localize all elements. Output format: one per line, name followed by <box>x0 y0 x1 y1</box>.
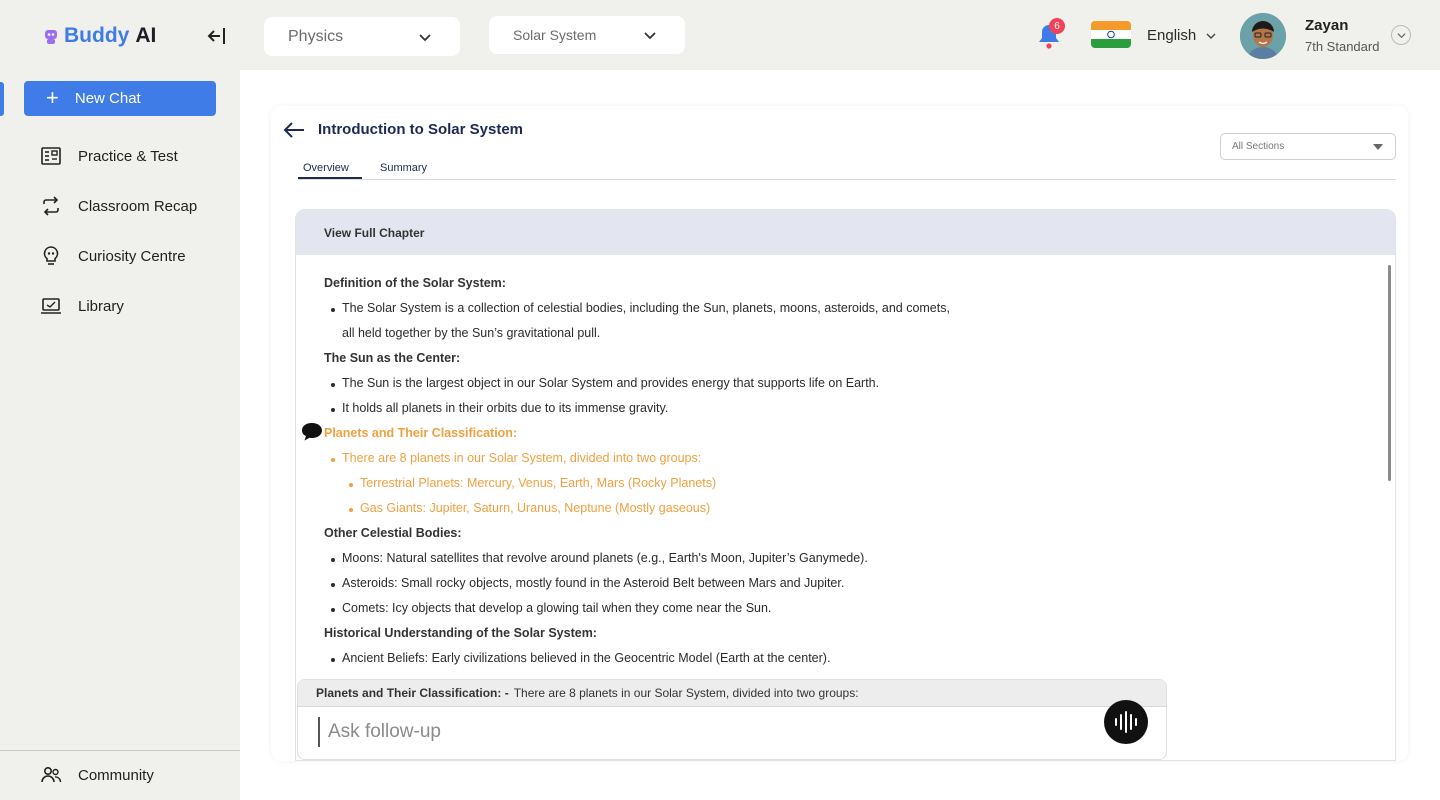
chevron-down-icon <box>1396 32 1406 38</box>
tab-summary[interactable]: Summary <box>380 162 427 174</box>
section-heading: Definition of the Solar System: <box>324 276 506 290</box>
bullet-item: Asteroids: Small rocky objects, mostly f… <box>330 576 845 590</box>
sidebar-item-community[interactable]: Community <box>40 764 154 786</box>
brand-logo[interactable]: Buddy AI <box>44 24 156 48</box>
bullet-item-continuation: all held together by the Sun’s gravitati… <box>342 326 601 340</box>
sections-filter-value: All Sections <box>1232 141 1285 152</box>
sidebar-item-classroom-recap[interactable]: Classroom Recap <box>40 195 197 217</box>
sections-filter-select[interactable]: All Sections <box>1220 133 1396 160</box>
content-scrollbar[interactable] <box>1388 265 1391 481</box>
robot-icon <box>45 30 57 44</box>
brand-suffix: AI <box>135 24 157 47</box>
tab-overview[interactable]: Overview <box>303 162 349 174</box>
plus-icon: + <box>46 84 59 110</box>
chevron-down-icon <box>419 33 431 41</box>
sidebar: Buddy AI + New Chat Practice & Test Clas… <box>0 0 240 800</box>
bullet-item: It holds all planets in their orbits due… <box>330 401 669 415</box>
follow-up-box: Planets and Their Classification: - Ther… <box>297 679 1167 760</box>
brand-name: Buddy <box>64 24 130 47</box>
bullet-item: Ancient Beliefs: Early civilizations bel… <box>330 651 831 665</box>
highlighted-sub-bullet-item[interactable]: Terrestrial Planets: Mercury, Venus, Ear… <box>348 476 716 490</box>
new-chat-button[interactable]: + New Chat <box>24 81 216 116</box>
highlighted-bullet-item[interactable]: There are 8 planets in our Solar System,… <box>330 451 701 465</box>
active-marker <box>0 82 4 116</box>
collapse-sidebar-icon[interactable] <box>206 25 228 47</box>
user-menu-toggle[interactable] <box>1391 25 1411 45</box>
highlighted-section-heading[interactable]: Planets and Their Classification: <box>324 426 517 440</box>
bullet-item: The Solar System is a collection of cele… <box>331 301 950 315</box>
section-heading: The Sun as the Center: <box>324 351 461 365</box>
highlighted-sub-bullet-item[interactable]: Gas Giants: Jupiter, Saturn, Uranus, Nep… <box>348 501 710 515</box>
repeat-icon <box>43 196 59 216</box>
subject-select[interactable]: Physics <box>264 17 460 56</box>
india-flag-icon <box>1091 21 1131 48</box>
laptop-icon <box>41 298 61 314</box>
sidebar-item-label: Curiosity Centre <box>78 247 186 265</box>
view-full-chapter-button[interactable]: View Full Chapter <box>296 210 1395 255</box>
tabs-divider <box>298 179 1396 180</box>
bullet-item: Comets: Icy objects that develop a glowi… <box>330 601 772 615</box>
sidebar-item-label: Classroom Recap <box>78 197 198 215</box>
user-avatar[interactable] <box>1240 13 1286 59</box>
voice-input-button[interactable] <box>1104 700 1148 744</box>
sidebar-item-practice-test[interactable]: Practice & Test <box>40 145 178 167</box>
sidebar-item-label: Community <box>78 766 154 784</box>
sidebar-item-label: Practice & Test <box>78 147 178 165</box>
sidebar-divider <box>0 750 240 751</box>
notification-count-badge: 6 <box>1049 18 1065 34</box>
caret-down-icon <box>1373 143 1383 150</box>
chevron-down-icon <box>1206 33 1216 39</box>
topic-select[interactable]: Solar System <box>489 16 685 54</box>
bullet-item: Moons: Natural satellites that revolve a… <box>331 551 868 565</box>
lightbulb-icon <box>43 246 59 265</box>
follow-up-input[interactable] <box>318 717 1078 747</box>
follow-up-context: Planets and Their Classification: - Ther… <box>298 680 1166 707</box>
follow-up-context-label: Planets and Their Classification: - <box>316 686 509 700</box>
new-chat-label: New Chat <box>74 90 141 107</box>
subject-value: Physics <box>288 27 344 45</box>
section-heading: Historical Understanding of the Solar Sy… <box>324 626 597 640</box>
sound-wave-icon <box>1115 711 1137 733</box>
sidebar-item-curiosity-centre[interactable]: Curiosity Centre <box>40 245 186 267</box>
sidebar-item-label: Library <box>78 297 124 315</box>
language-value: English <box>1147 27 1197 44</box>
bullet-item: The Sun is the largest object in our Sol… <box>330 376 880 390</box>
comment-bubble-icon[interactable] <box>301 422 323 442</box>
user-grade: 7th Standard <box>1305 39 1380 54</box>
back-arrow-icon[interactable] <box>283 121 305 139</box>
sidebar-item-library[interactable]: Library <box>40 295 124 317</box>
section-heading: Other Celestial Bodies: <box>324 526 462 540</box>
follow-up-context-text: There are 8 planets in our Solar System,… <box>513 686 859 700</box>
community-icon <box>41 766 62 783</box>
page-title: Introduction to Solar System <box>318 121 524 138</box>
practice-icon <box>41 147 61 165</box>
chevron-down-icon <box>644 32 656 40</box>
topic-value: Solar System <box>513 27 597 43</box>
user-name: Zayan <box>1305 17 1349 34</box>
language-select[interactable]: English <box>1147 27 1216 44</box>
